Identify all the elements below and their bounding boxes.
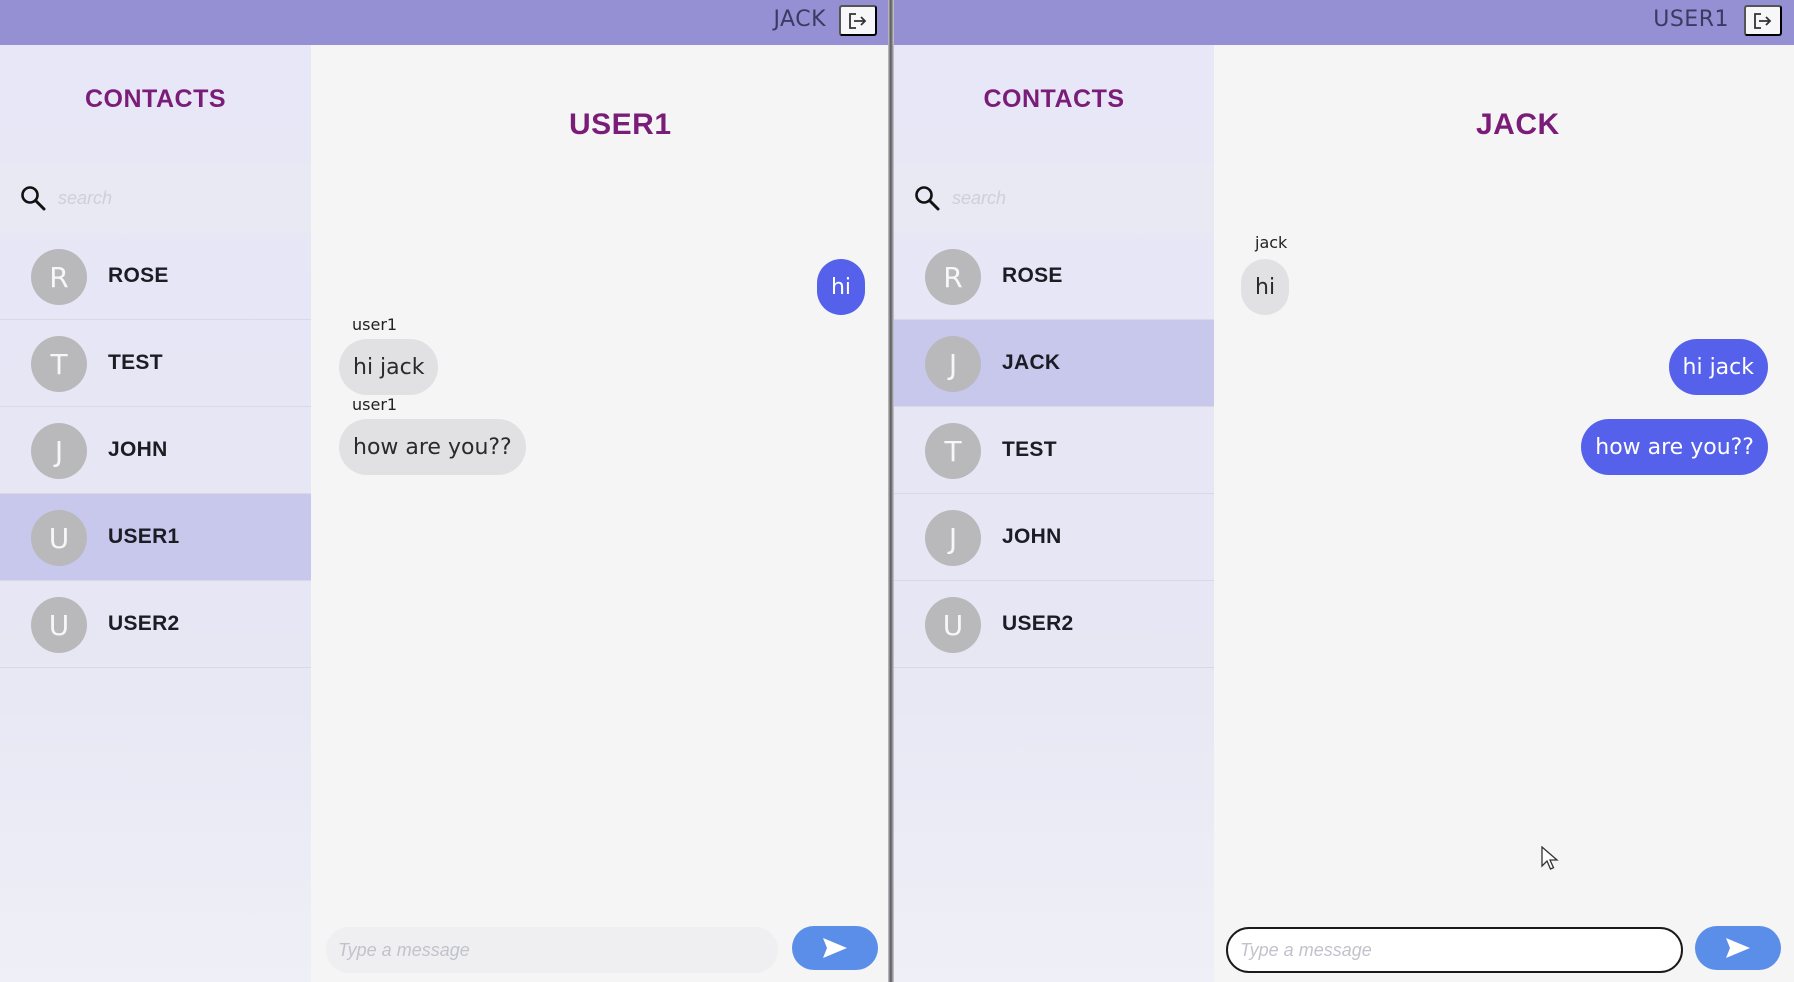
contacts-title: CONTACTS	[84, 85, 227, 113]
contact-name: ROSE	[108, 264, 169, 287]
message-bubble-outgoing: how are you??	[1581, 419, 1768, 475]
contact-name: JACK	[1002, 351, 1061, 374]
contact-item-user2[interactable]: U USER2	[0, 581, 311, 668]
top-bar: USER1	[894, 0, 1794, 45]
contacts-sidebar: CONTACTS R ROSE J JACK T TEST J J	[894, 45, 1214, 982]
search-row	[0, 163, 311, 233]
chat-title: USER1	[569, 108, 672, 141]
contact-item-jack[interactable]: J JACK	[894, 320, 1214, 407]
contact-list: R ROSE T TEST J JOHN U USER1 U USER2	[0, 233, 311, 668]
message-bubble-incoming: hi	[1241, 259, 1290, 315]
contact-list: R ROSE J JACK T TEST J JOHN U USER2	[894, 233, 1214, 668]
logout-icon	[1754, 12, 1772, 29]
contact-name: JOHN	[108, 438, 168, 461]
avatar: U	[31, 510, 87, 566]
avatar: U	[925, 597, 981, 653]
avatar: T	[925, 423, 981, 479]
logout-button[interactable]	[1744, 5, 1782, 36]
send-icon	[1726, 938, 1750, 958]
contact-item-john[interactable]: J JOHN	[894, 494, 1214, 581]
message-sender: jack	[1255, 233, 1288, 252]
avatar: J	[925, 336, 981, 392]
contact-name: TEST	[1002, 438, 1057, 461]
avatar: J	[31, 423, 87, 479]
message-input[interactable]	[1226, 927, 1683, 973]
search-input[interactable]	[952, 183, 1182, 213]
search-icon	[21, 186, 46, 211]
contact-item-user1[interactable]: U USER1	[0, 494, 311, 581]
message-sender: user1	[352, 395, 398, 414]
avatar: R	[925, 249, 981, 305]
contact-name: USER1	[108, 525, 180, 548]
contact-item-rose[interactable]: R ROSE	[0, 233, 311, 320]
contact-item-john[interactable]: J JOHN	[0, 407, 311, 494]
mouse-cursor-icon	[1541, 846, 1559, 870]
message-bubble-outgoing: hi	[816, 259, 865, 315]
contact-name: USER2	[1002, 612, 1074, 635]
search-input[interactable]	[58, 183, 288, 213]
contact-item-rose[interactable]: R ROSE	[894, 233, 1214, 320]
search-row	[894, 163, 1214, 233]
message-composer	[1214, 918, 1794, 982]
contact-name: ROSE	[1002, 264, 1063, 287]
contacts-sidebar: CONTACTS R ROSE T TEST J JOHN U U	[0, 45, 311, 982]
contacts-title: CONTACTS	[983, 85, 1125, 113]
contact-name: USER2	[108, 612, 180, 635]
send-button[interactable]	[1695, 926, 1781, 970]
message-sender: user1	[352, 315, 398, 334]
chat-area: JACK jack hi hi jack how are you??	[1214, 45, 1794, 982]
send-button[interactable]	[792, 926, 878, 970]
avatar: J	[925, 510, 981, 566]
contact-name: TEST	[108, 351, 163, 374]
current-username: JACK	[773, 7, 826, 32]
message-composer	[311, 918, 891, 982]
chat-area: USER1 hi user1 hi jack user1 how are you…	[311, 45, 891, 982]
message-bubble-incoming: hi jack	[339, 339, 439, 395]
contact-item-test[interactable]: T TEST	[0, 320, 311, 407]
avatar: R	[31, 249, 87, 305]
message-bubble-incoming: how are you??	[339, 419, 526, 475]
search-icon	[915, 186, 940, 211]
logout-button[interactable]	[839, 5, 877, 36]
chat-window-user1: USER1 CONTACTS R ROSE J JACK	[894, 0, 1794, 982]
logout-icon	[849, 12, 867, 29]
avatar: T	[31, 336, 87, 392]
avatar: U	[31, 597, 87, 653]
contact-item-test[interactable]: T TEST	[894, 407, 1214, 494]
message-input[interactable]	[326, 927, 778, 973]
top-bar: JACK	[0, 0, 891, 45]
message-bubble-outgoing: hi jack	[1668, 339, 1768, 395]
chat-window-jack: JACK CONTACTS R ROSE T TEST	[0, 0, 891, 982]
chat-title: JACK	[1476, 108, 1560, 141]
send-icon	[823, 938, 847, 958]
contact-name: JOHN	[1002, 525, 1062, 548]
contact-item-user2[interactable]: U USER2	[894, 581, 1214, 668]
current-username: USER1	[1653, 7, 1729, 32]
